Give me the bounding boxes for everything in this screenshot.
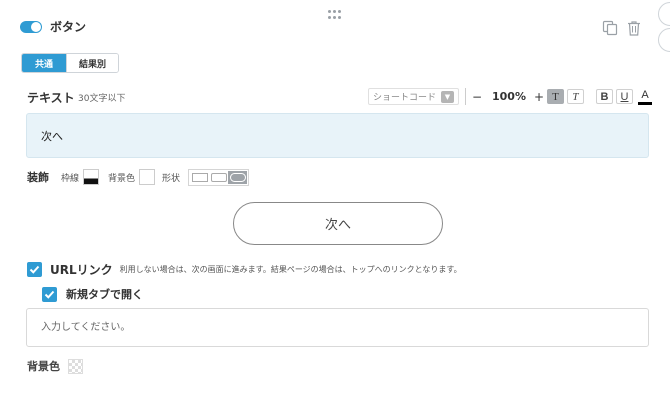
font-color-button[interactable]: A (637, 89, 653, 105)
border-color-swatch[interactable] (83, 169, 100, 185)
tab-common[interactable]: 共通 (22, 54, 66, 72)
tab-by-result[interactable]: 結果別 (66, 54, 118, 72)
header-actions (602, 20, 642, 36)
bold-button[interactable]: B (595, 89, 613, 104)
zoom-level: 100% (492, 90, 526, 103)
url-link-checkbox[interactable] (27, 262, 42, 277)
check-icon (29, 265, 40, 274)
text-italic-button[interactable]: T (566, 89, 584, 104)
shortcode-label: ショートコード (373, 93, 437, 103)
shape-rounded-option[interactable] (209, 171, 228, 184)
new-tab-label: 新規タブで開く (66, 288, 143, 301)
background-color-swatch[interactable] (68, 358, 83, 374)
check-icon (44, 290, 55, 299)
copy-icon[interactable] (602, 20, 618, 36)
new-tab-row: 新規タブで開く (42, 286, 143, 302)
text-toolbar: ショートコード ▼ − 100% + T T B U A (368, 88, 653, 105)
underline-button[interactable]: U (615, 89, 633, 104)
section-title: ボタン (50, 20, 87, 34)
toolbar-divider (465, 88, 466, 105)
section-header: ボタン (20, 18, 86, 35)
url-link-label: URLリンク (50, 263, 113, 277)
text-label: テキスト (27, 91, 75, 105)
chevron-down-icon: ▼ (441, 91, 454, 103)
side-controls (658, 2, 670, 54)
decoration-title: 装飾 (27, 171, 49, 184)
url-link-row: URLリンク 利用しない場合は、次の画面に進みます。結果ページの場合は、トップへ… (27, 261, 462, 278)
text-normal-button[interactable]: T (546, 89, 564, 104)
shape-pill-option[interactable] (228, 170, 248, 184)
zoom-out-button[interactable]: − (472, 90, 482, 104)
collapse-up-icon[interactable] (658, 2, 670, 26)
decoration-row: 装飾 枠線 背景色 形状 (27, 168, 250, 186)
background-row: 背景色 (27, 358, 83, 374)
font-color-swatch (637, 101, 652, 105)
zoom-in-button[interactable]: + (534, 90, 544, 104)
shape-selector (188, 168, 250, 186)
bg-color-swatch[interactable] (139, 169, 156, 185)
shortcode-select[interactable]: ショートコード ▼ (368, 88, 459, 105)
button-text-input[interactable]: 次へ (26, 113, 649, 158)
url-input[interactable] (26, 308, 649, 347)
border-label: 枠線 (61, 173, 80, 184)
shape-square-option[interactable] (190, 171, 209, 184)
collapse-down-icon[interactable] (658, 28, 670, 52)
drag-handle-icon[interactable] (328, 10, 342, 20)
new-tab-checkbox[interactable] (42, 286, 57, 302)
background-label: 背景色 (27, 360, 60, 373)
enable-toggle[interactable] (20, 20, 42, 33)
shape-label: 形状 (162, 173, 181, 184)
font-color-label: A (641, 88, 649, 101)
bg-color-label: 背景色 (108, 173, 136, 184)
trash-icon[interactable] (626, 20, 642, 36)
url-link-hint: 利用しない場合は、次の画面に進みます。結果ページの場合は、トップへのリンクとなり… (119, 265, 462, 274)
text-hint: 30文字以下 (78, 94, 126, 104)
tab-bar: 共通 結果別 (21, 53, 119, 73)
button-preview[interactable]: 次へ (233, 202, 443, 245)
